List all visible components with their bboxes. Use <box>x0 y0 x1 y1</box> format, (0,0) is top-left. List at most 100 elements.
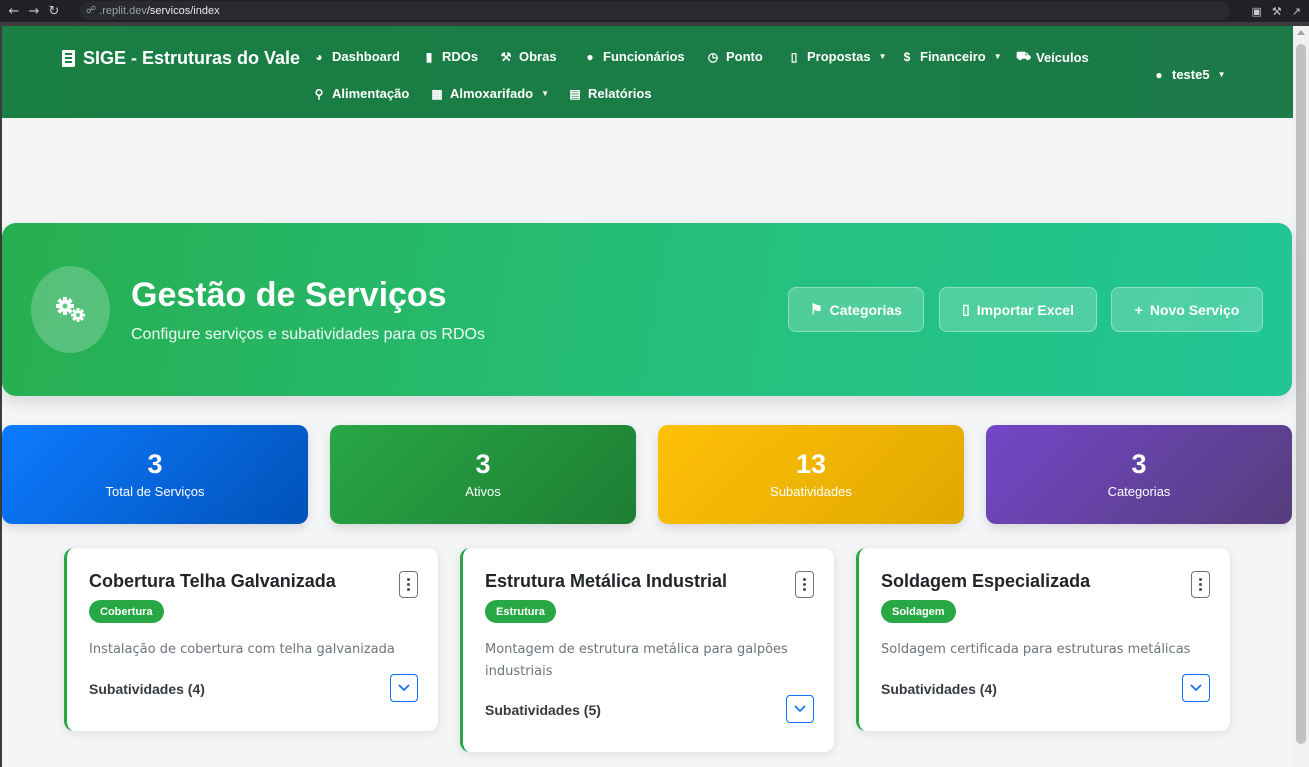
stat-label: Total de Serviços <box>105 484 205 499</box>
more-options-button[interactable] <box>795 571 814 598</box>
nav-ponto[interactable]: ◷ Ponto <box>706 49 763 64</box>
forward-icon[interactable]: → <box>24 0 44 22</box>
chevron-down-icon: ▼ <box>993 52 1002 61</box>
hammer-icon: ⚒ <box>500 49 512 64</box>
category-badge: Estrutura <box>485 600 556 623</box>
nav-veiculos[interactable]: ⛟ Veículos <box>1016 49 1089 65</box>
nav-obras[interactable]: ⚒ Obras <box>499 49 557 64</box>
clipboard-icon: ▮ <box>425 49 433 64</box>
page-subtitle: Configure serviços e subatividades para … <box>131 326 485 343</box>
cogs-svg <box>55 296 85 322</box>
back-icon[interactable]: ← <box>4 0 24 22</box>
scroll-up-icon[interactable] <box>1297 30 1305 35</box>
page-header-banner: Gestão de Serviços Configure serviços e … <box>2 223 1292 396</box>
service-title: Cobertura Telha Galvanizada <box>89 571 336 591</box>
boxes-icon: ▦ <box>431 86 443 101</box>
subatividades-label: Subatividades (4) <box>89 681 205 697</box>
importar-excel-button[interactable]: ▯ Importar Excel <box>939 287 1097 332</box>
user-icon: ● <box>1155 67 1163 82</box>
cast-icon[interactable]: ▣ <box>1252 5 1262 18</box>
file-excel-icon: ▯ <box>962 301 970 317</box>
expand-subatividades-button[interactable] <box>390 674 418 702</box>
nav-label: RDOs <box>442 49 479 64</box>
nav-label: Dashboard <box>332 49 400 64</box>
more-options-button[interactable] <box>399 571 418 598</box>
service-card: Estrutura Metálica Industrial Estrutura … <box>460 548 834 752</box>
window-frame-left <box>0 22 2 767</box>
scrollbar-thumb[interactable] <box>1296 44 1306 744</box>
service-card: Cobertura Telha Galvanizada Cobertura In… <box>64 548 438 731</box>
wrench-icon[interactable]: ⚒ <box>1272 5 1282 18</box>
url-text: .replit.dev/servicos/index <box>99 4 220 17</box>
nav-label: Obras <box>519 49 557 64</box>
nav-financeiro[interactable]: $ Financeiro ▼ <box>900 49 1002 64</box>
stat-value: 13 <box>795 449 827 479</box>
button-label: Novo Serviço <box>1149 301 1240 318</box>
page-title: Gestão de Serviços <box>131 276 447 314</box>
nav-dashboard[interactable]: ◕ Dashboard <box>312 49 400 64</box>
top-navbar: SIGE - Estruturas do Vale ◕ Dashboard ▮ … <box>2 26 1293 118</box>
chevron-down-icon: ▼ <box>1217 70 1226 79</box>
nav-label: Alimentação <box>332 86 410 101</box>
building-icon <box>62 50 75 67</box>
service-description: Montagem de estrutura metálica para galp… <box>485 642 788 679</box>
nav-funcionarios[interactable]: ● Funcionários <box>583 49 684 64</box>
novo-servico-button[interactable]: + Novo Serviço <box>1111 287 1263 332</box>
nav-almoxarifado[interactable]: ▦ Almoxarifado ▼ <box>430 86 549 101</box>
nav-label: Veículos <box>1036 49 1089 65</box>
nav-rdos[interactable]: ▮ RDOs <box>422 49 478 64</box>
dollar-icon: $ <box>903 49 911 64</box>
nav-label: Relatórios <box>588 86 652 101</box>
chevron-down-icon <box>1190 684 1202 692</box>
reload-icon[interactable]: ↻ <box>44 0 64 22</box>
stat-label: Ativos <box>465 484 501 499</box>
button-label: Importar Excel <box>976 301 1074 318</box>
user-menu[interactable]: ● teste5 ▼ <box>1152 67 1226 82</box>
service-card: Soldagem Especializada Soldagem Soldagem… <box>856 548 1230 731</box>
service-description: Instalação de cobertura com telha galvan… <box>89 642 395 657</box>
chart-icon: ▤ <box>569 86 581 101</box>
users-icon: ● <box>586 49 594 64</box>
stat-value: 3 <box>1131 449 1147 479</box>
user-name: teste5 <box>1172 67 1210 82</box>
nav-alimentacao[interactable]: ⚲ Alimentação <box>312 86 410 101</box>
page-scrollbar[interactable] <box>1293 26 1309 767</box>
cogs-icon <box>31 266 110 353</box>
nav-label: Financeiro <box>920 49 986 64</box>
address-bar[interactable]: ☍ .replit.dev/servicos/index <box>80 1 1230 20</box>
stat-card-total: 3 Total de Serviços <box>2 425 308 524</box>
nav-propostas[interactable]: ▯ Propostas ▼ <box>787 49 887 64</box>
expand-subatividades-button[interactable] <box>1182 674 1210 702</box>
nav-label: Ponto <box>726 49 763 64</box>
category-badge: Cobertura <box>89 600 164 623</box>
link-icon: ☍ <box>86 5 97 16</box>
car-icon: ⛟ <box>1016 49 1032 63</box>
brand-link[interactable]: SIGE - Estruturas do Vale <box>62 48 300 69</box>
external-link-icon[interactable]: ↗ <box>1292 5 1301 18</box>
chevron-down-icon <box>794 705 806 713</box>
dashboard-icon: ◕ <box>315 49 323 64</box>
file-icon: ▯ <box>790 49 798 64</box>
chevron-down-icon: ▼ <box>878 52 887 61</box>
stat-card-subatividades: 13 Subatividades <box>658 425 964 524</box>
chevron-down-icon: ▼ <box>541 89 549 98</box>
stat-card-ativos: 3 Ativos <box>330 425 636 524</box>
more-options-button[interactable] <box>1191 571 1210 598</box>
brand-name: SIGE - Estruturas do Vale <box>83 48 301 68</box>
nav-relatorios[interactable]: ▤ Relatórios <box>568 86 652 101</box>
stat-card-categorias: 3 Categorias <box>986 425 1292 524</box>
chevron-down-icon <box>398 684 410 692</box>
expand-subatividades-button[interactable] <box>786 695 814 723</box>
service-description: Soldagem certificada para estruturas met… <box>881 642 1191 657</box>
stat-label: Categorias <box>1107 484 1171 499</box>
stat-value: 3 <box>475 449 491 479</box>
categorias-button[interactable]: ⚑ Categorias <box>788 287 924 332</box>
tag-icon: ⚑ <box>810 301 823 317</box>
utensils-icon: ⚲ <box>314 86 324 101</box>
button-label: Categorias <box>829 301 902 318</box>
stat-value: 3 <box>147 449 163 479</box>
nav-label: Almoxarifado <box>450 86 534 101</box>
nav-label: Propostas <box>807 49 871 64</box>
plus-icon: + <box>1134 301 1143 318</box>
stat-label: Subatividades <box>770 484 852 499</box>
